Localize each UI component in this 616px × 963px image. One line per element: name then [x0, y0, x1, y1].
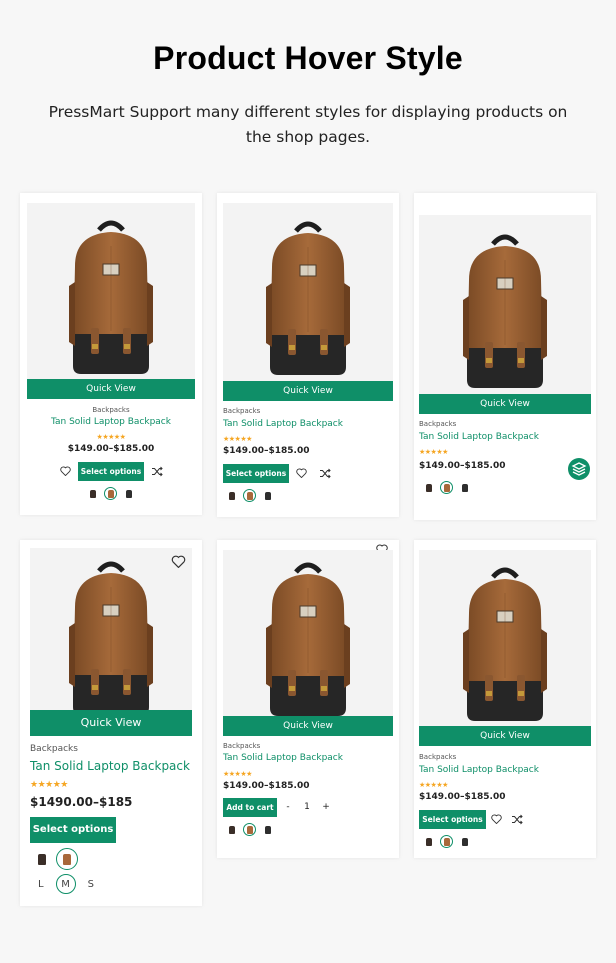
size-options[interactable]: L M S — [38, 874, 106, 894]
rating-stars: ★★★★★ — [96, 433, 126, 441]
product-image[interactable]: Quick View — [419, 550, 591, 746]
shuffle-icon[interactable] — [319, 468, 331, 479]
select-options-button[interactable]: Select options — [78, 462, 144, 481]
swatch-tan[interactable] — [243, 489, 256, 502]
product-name[interactable]: Tan Solid Laptop Backpack — [419, 432, 539, 442]
swatch-dark[interactable] — [86, 487, 99, 500]
swatch-tan[interactable] — [243, 823, 256, 836]
swatch-black[interactable] — [261, 489, 274, 502]
size-option-s[interactable]: S — [88, 879, 94, 890]
select-options-button[interactable]: Select options — [223, 464, 289, 483]
swatch-black[interactable] — [261, 823, 274, 836]
product-image[interactable]: Quick View — [30, 548, 192, 736]
add-to-cart-button[interactable]: Add to cart — [223, 798, 277, 817]
swatch-dark[interactable] — [225, 489, 238, 502]
swatch-tan[interactable] — [440, 835, 453, 848]
quick-view-button[interactable]: Quick View — [27, 379, 195, 399]
product-category[interactable]: Backpacks — [223, 407, 260, 415]
swatch-tan[interactable] — [440, 481, 453, 494]
swatch-tan[interactable] — [56, 848, 78, 870]
product-category[interactable]: Backpacks — [223, 742, 260, 750]
backpack-image — [258, 217, 358, 387]
quick-view-button[interactable]: Quick View — [419, 726, 591, 746]
product-image[interactable]: Quick View — [27, 203, 195, 399]
size-option-l[interactable]: L — [38, 879, 44, 890]
shuffle-icon[interactable] — [151, 466, 163, 477]
backpack-image — [61, 216, 161, 386]
product-card-3[interactable]: Quick View Backpacks Tan Solid Laptop Ba… — [414, 193, 596, 520]
product-card-5[interactable]: Quick View Backpacks Tan Solid Laptop Ba… — [217, 540, 399, 858]
swatch-black[interactable] — [458, 481, 471, 494]
product-price: $149.00–$185.00 — [419, 461, 506, 471]
quick-view-button[interactable]: Quick View — [30, 710, 192, 736]
color-swatches[interactable] — [422, 481, 476, 494]
backpack-image — [455, 230, 555, 400]
product-name[interactable]: Tan Solid Laptop Backpack — [223, 753, 343, 763]
swatch-dark[interactable] — [422, 481, 435, 494]
product-category[interactable]: Backpacks — [30, 744, 78, 754]
rating-stars: ★★★★★ — [419, 781, 448, 789]
rating-stars: ★★★★★ — [223, 435, 252, 443]
color-swatches[interactable] — [422, 835, 476, 848]
rating-stars: ★★★★★ — [30, 780, 68, 790]
heart-icon[interactable] — [171, 555, 186, 568]
product-name[interactable]: Tan Solid Laptop Backpack — [419, 765, 539, 775]
product-image[interactable]: Quick View — [419, 215, 591, 414]
layers-icon[interactable] — [568, 458, 590, 480]
size-option-m[interactable]: M — [55, 874, 76, 894]
quick-view-button[interactable]: Quick View — [223, 381, 393, 401]
color-swatches[interactable] — [225, 489, 279, 502]
color-swatches[interactable] — [33, 848, 83, 870]
rating-stars: ★★★★★ — [419, 448, 448, 456]
swatch-dark[interactable] — [422, 835, 435, 848]
quick-view-button[interactable]: Quick View — [223, 716, 393, 736]
product-category[interactable]: Backpacks — [20, 406, 202, 414]
color-swatches[interactable] — [225, 823, 279, 836]
shuffle-icon[interactable] — [511, 814, 523, 825]
color-swatches[interactable] — [86, 487, 140, 500]
product-image[interactable]: Quick View — [223, 203, 393, 401]
product-category[interactable]: Backpacks — [419, 753, 456, 761]
qty-value[interactable]: 1 — [295, 802, 319, 812]
swatch-dark[interactable] — [33, 850, 51, 868]
qty-plus-button[interactable]: + — [319, 802, 333, 812]
qty-minus-button[interactable]: - — [281, 802, 295, 812]
heart-icon[interactable] — [491, 814, 502, 824]
backpack-image — [258, 558, 358, 728]
page-subtitle: PressMart Support many different styles … — [48, 103, 568, 146]
rating-stars: ★★★★★ — [223, 770, 252, 778]
swatch-black[interactable] — [122, 487, 135, 500]
heart-icon[interactable] — [296, 468, 307, 478]
swatch-black[interactable] — [458, 835, 471, 848]
product-image[interactable]: Quick View — [223, 550, 393, 736]
quick-view-button[interactable]: Quick View — [419, 394, 591, 414]
quantity-stepper[interactable]: - 1 + — [281, 802, 333, 812]
product-name[interactable]: Tan Solid Laptop Backpack — [223, 419, 343, 429]
product-name[interactable]: Tan Solid Laptop Backpack — [20, 417, 202, 427]
product-price: $149.00–$185.00 — [223, 781, 310, 791]
select-options-button[interactable]: Select options — [30, 817, 116, 843]
swatch-dark[interactable] — [225, 823, 238, 836]
product-card-4[interactable]: Quick View Backpacks Tan Solid Laptop Ba… — [20, 540, 202, 906]
product-name[interactable]: Tan Solid Laptop Backpack — [30, 759, 190, 773]
product-category[interactable]: Backpacks — [419, 420, 456, 428]
product-price: $149.00–$185.00 — [223, 446, 310, 456]
product-price: $1490.00–$185 — [30, 795, 133, 809]
swatch-tan[interactable] — [104, 487, 117, 500]
product-price: $149.00–$185.00 — [67, 444, 155, 454]
backpack-image — [61, 557, 161, 727]
product-price: $149.00–$185.00 — [419, 792, 506, 802]
page-title: Product Hover Style — [153, 40, 463, 76]
product-card-2[interactable]: Quick View Backpacks Tan Solid Laptop Ba… — [217, 193, 399, 517]
backpack-image — [455, 563, 555, 733]
select-options-button[interactable]: Select options — [419, 810, 486, 829]
heart-icon[interactable] — [60, 466, 71, 476]
product-card-1[interactable]: Quick View Backpacks Tan Solid Laptop Ba… — [20, 193, 202, 515]
product-card-6[interactable]: Quick View Backpacks Tan Solid Laptop Ba… — [414, 540, 596, 858]
